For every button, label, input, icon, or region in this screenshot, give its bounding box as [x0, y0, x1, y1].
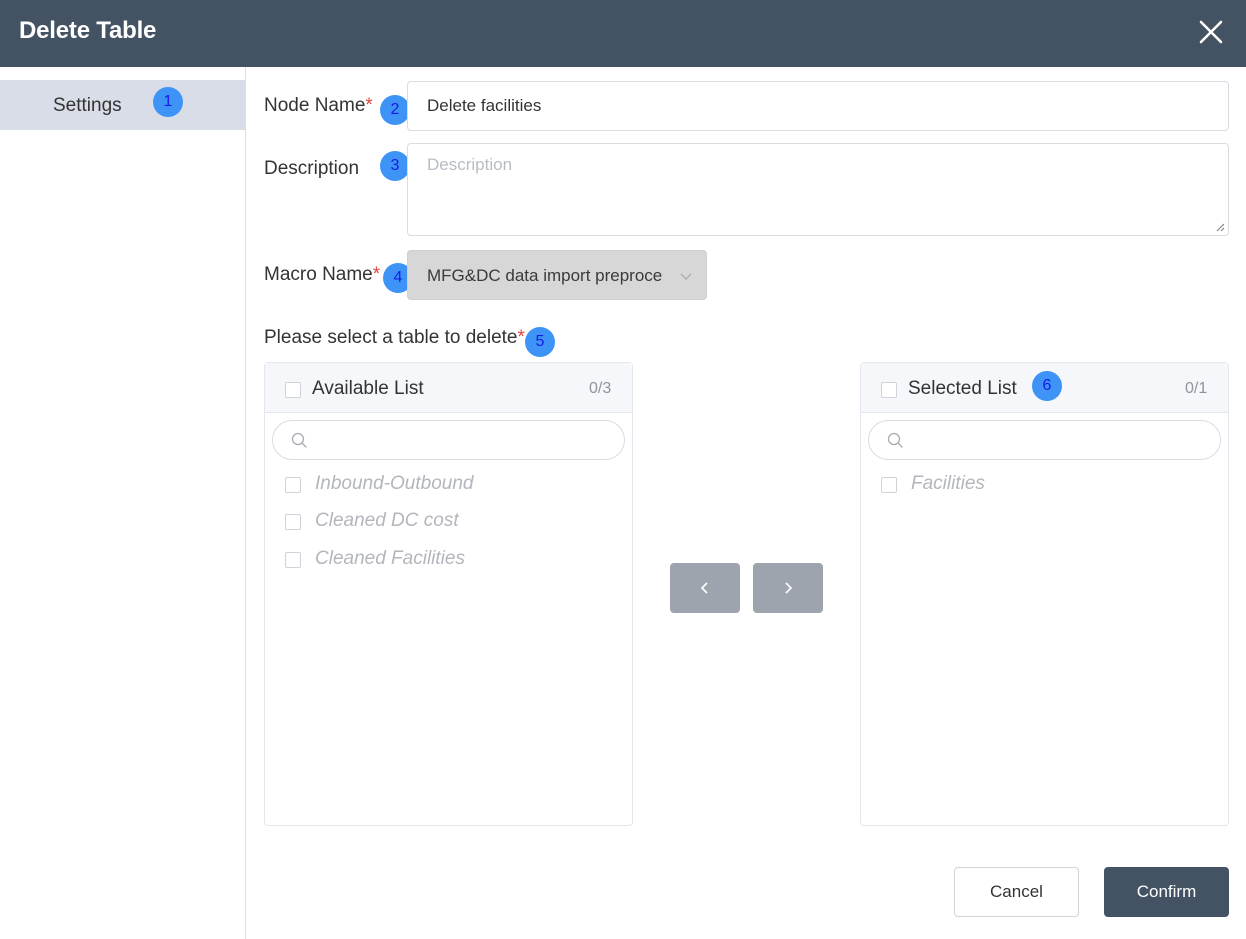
macro-name-select[interactable]: MFG&DC data import preproce: [407, 250, 707, 300]
sidebar: Settings 1: [0, 67, 246, 939]
step-badge: 2: [380, 95, 410, 125]
close-icon: [1199, 20, 1223, 44]
list-item[interactable]: Cleaned Facilities: [285, 548, 615, 572]
step-badge: 5: [525, 327, 555, 357]
available-list-title: Available List: [312, 378, 424, 399]
resize-grip-icon[interactable]: [1215, 222, 1225, 232]
sidebar-item-settings[interactable]: Settings 1: [0, 80, 245, 130]
list-item[interactable]: Cleaned DC cost: [285, 510, 615, 534]
step-badge: 6: [1032, 371, 1062, 401]
confirm-button[interactable]: Confirm: [1104, 867, 1229, 917]
item-label: Inbound-Outbound: [315, 473, 474, 494]
required-mark: *: [517, 327, 525, 348]
required-mark: *: [372, 264, 381, 285]
selected-select-all-checkbox[interactable]: [881, 382, 897, 398]
available-list-count: 0/3: [589, 380, 612, 397]
sidebar-item-label: Settings: [53, 95, 122, 116]
available-list-panel: Available List 0/3 Inbound-Outbound Clea…: [264, 362, 633, 826]
available-search-input[interactable]: [317, 427, 607, 453]
item-checkbox[interactable]: [285, 514, 301, 530]
available-search: [272, 420, 625, 460]
selected-list-title: Selected List: [908, 378, 1017, 399]
list-item[interactable]: Facilities: [881, 473, 1211, 497]
move-left-button[interactable]: [670, 563, 740, 613]
selected-list-header: Selected List 6 0/1: [861, 363, 1228, 413]
item-checkbox[interactable]: [285, 552, 301, 568]
item-label: Facilities: [911, 473, 985, 494]
required-mark: *: [365, 95, 373, 116]
chevron-down-icon: [680, 273, 692, 280]
table-select-label-text: Please select a table to delete: [264, 327, 518, 348]
selected-search-input[interactable]: [913, 427, 1203, 453]
step-badge: 1: [153, 87, 183, 117]
available-list-header: Available List 0/3: [265, 363, 632, 413]
list-item[interactable]: Inbound-Outbound: [285, 473, 615, 497]
search-icon: [887, 432, 903, 448]
close-button[interactable]: [1196, 17, 1226, 47]
available-select-all-checkbox[interactable]: [285, 382, 301, 398]
description-textarea[interactable]: [407, 143, 1229, 236]
dialog-title: Delete Table: [19, 17, 157, 44]
node-name-label: Node Name*: [264, 95, 373, 117]
macro-name-value: MFG&DC data import preproce: [427, 266, 663, 285]
item-label: Cleaned DC cost: [315, 510, 459, 531]
node-name-label-text: Node Name: [264, 95, 366, 116]
macro-name-label: Macro Name*: [264, 264, 380, 286]
search-icon: [291, 432, 307, 448]
description-label: Description: [264, 158, 360, 179]
table-select-label: Please select a table to delete*: [264, 327, 525, 349]
selected-search: [868, 420, 1221, 460]
chevron-right-icon: [785, 582, 793, 594]
macro-name-label-text: Macro Name: [264, 264, 373, 285]
selected-list-count: 0/1: [1185, 380, 1208, 397]
item-label: Cleaned Facilities: [315, 548, 465, 569]
selected-list-panel: Selected List 6 0/1 Facilities: [860, 362, 1229, 826]
chevron-left-icon: [700, 582, 708, 594]
item-checkbox[interactable]: [881, 477, 897, 493]
dialog-header: Delete Table: [0, 0, 1246, 67]
step-badge: 3: [380, 151, 410, 181]
item-checkbox[interactable]: [285, 477, 301, 493]
node-name-input[interactable]: [407, 81, 1229, 131]
move-right-button[interactable]: [753, 563, 823, 613]
cancel-button[interactable]: Cancel: [954, 867, 1079, 917]
